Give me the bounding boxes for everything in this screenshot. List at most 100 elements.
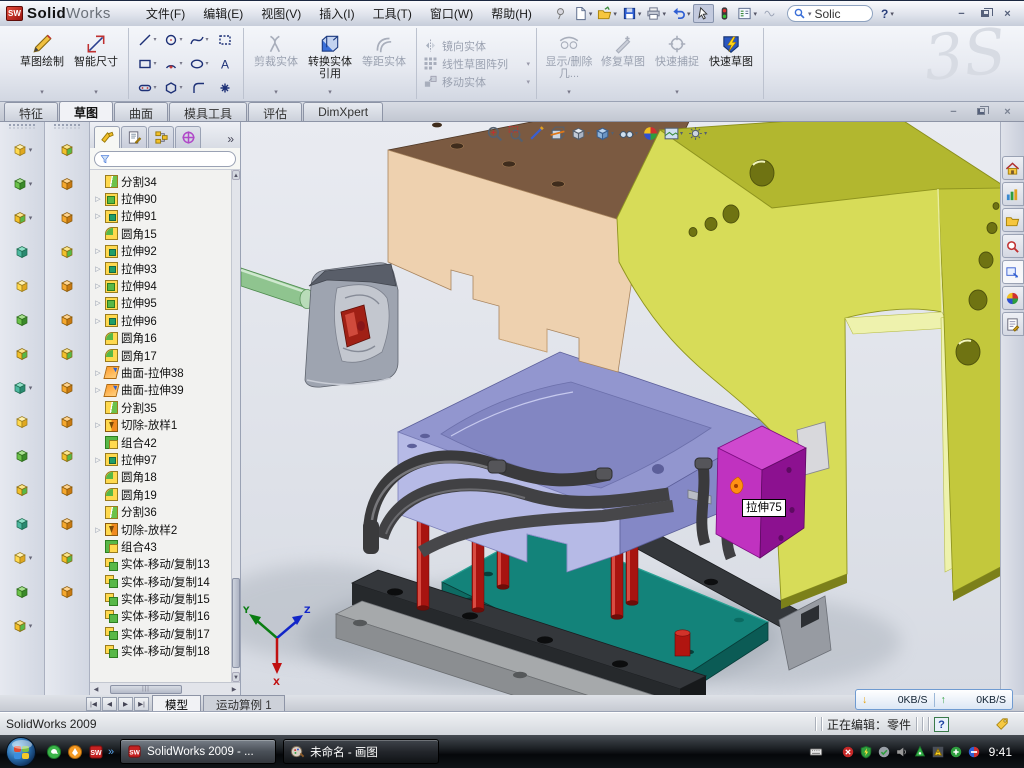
trim-button[interactable]: 剪裁实体▾	[250, 30, 302, 97]
menu-item-0[interactable]: 文件(F)	[137, 2, 194, 25]
tree-item[interactable]: 实体-移动/复制14	[94, 573, 231, 590]
tree-item[interactable]: ▷曲面-拉伸38	[94, 364, 231, 381]
part-stop-pin[interactable]	[675, 630, 690, 656]
tab-5[interactable]: DimXpert	[303, 102, 383, 121]
trim-surface-icon[interactable]	[59, 303, 75, 337]
new-document-icon[interactable]: ▾	[571, 5, 595, 22]
ruled-surface-icon[interactable]	[59, 201, 75, 235]
part-nozzle-clamp[interactable]	[241, 263, 398, 387]
expander-icon[interactable]: ▷	[94, 526, 102, 534]
tab-4[interactable]: 评估	[248, 102, 302, 121]
model-nav-1[interactable]: ◀	[102, 697, 117, 711]
curves-tool-icon[interactable]: ▾	[12, 541, 33, 575]
menu-item-1[interactable]: 编辑(E)	[194, 2, 252, 25]
keyboard-icon[interactable]	[809, 745, 823, 759]
antivirus-icon[interactable]	[841, 745, 855, 759]
expander-icon[interactable]: ▷	[94, 247, 102, 255]
tree-item[interactable]: ▷拉伸90	[94, 190, 231, 207]
parting-lines-icon[interactable]	[59, 337, 75, 371]
model-viewport-canvas[interactable]: Y Z X	[241, 122, 1000, 695]
messenger-icon[interactable]	[46, 744, 62, 760]
expander-icon[interactable]: ▷	[94, 282, 102, 290]
rib-tool-icon[interactable]	[14, 303, 30, 337]
filter-input[interactable]	[94, 151, 236, 167]
doc-restore-button[interactable]	[972, 104, 989, 119]
toolbar-grip[interactable]	[9, 124, 35, 129]
move-button[interactable]: 移动实体▾	[423, 74, 530, 90]
model-tab-0[interactable]: 模型	[152, 695, 201, 711]
cavity-tool-icon[interactable]	[59, 507, 75, 541]
warning-icon[interactable]	[931, 745, 945, 759]
tree-item[interactable]: ▷曲面-拉伸39	[94, 382, 231, 399]
search-box[interactable]: ▾ Solic	[787, 5, 873, 22]
drag-drop-icon[interactable]	[1002, 260, 1024, 284]
minimize-button[interactable]: −	[953, 6, 970, 21]
tree-item[interactable]: 圆角18	[94, 469, 231, 486]
tab-0[interactable]: 特征	[4, 102, 58, 121]
radiate-surface-icon[interactable]	[59, 167, 75, 201]
file-explorer-icon[interactable]	[1002, 208, 1024, 232]
point-icon[interactable]	[213, 77, 237, 99]
tree-item[interactable]: ▷拉伸97	[94, 451, 231, 468]
expander-icon[interactable]: ▷	[94, 386, 102, 394]
search-icon[interactable]	[1002, 234, 1024, 258]
taskbar-task-0[interactable]: SWSolidWorks 2009 - ...	[120, 739, 276, 764]
shut-off-surfaces-icon[interactable]	[59, 371, 75, 405]
custom-properties-icon[interactable]	[1002, 312, 1024, 336]
view-settings-icon[interactable]: ▾	[686, 124, 708, 143]
tree-horizontal-scrollbar[interactable]: ◀ ||| ▶	[90, 682, 240, 695]
expander-icon[interactable]: ▷	[94, 195, 102, 203]
tree-item[interactable]: 实体-移动/复制18	[94, 643, 231, 660]
swept-boss-icon[interactable]: ▾	[12, 201, 33, 235]
net-speed-widget[interactable]: ↓0KB/S ↑0KB/S	[855, 689, 1013, 710]
arc-icon[interactable]: ▾	[161, 53, 185, 75]
tree-item[interactable]: ▷拉伸92	[94, 243, 231, 260]
save-icon[interactable]: ▾	[620, 5, 644, 22]
dimxpertmanager-tab[interactable]	[175, 126, 201, 148]
zoom-area-icon[interactable]	[506, 124, 525, 143]
tree-item[interactable]: ▷拉伸96	[94, 312, 231, 329]
extend-surface-icon[interactable]	[59, 269, 75, 303]
doc-minimize-button[interactable]: −	[945, 104, 962, 119]
tab-3[interactable]: 模具工具	[169, 102, 247, 121]
panel-overflow-icon[interactable]: »	[227, 132, 238, 148]
print-icon[interactable]: ▾	[644, 5, 668, 22]
tree-vertical-scrollbar[interactable]: ▲ ▼	[231, 170, 240, 682]
tree-item[interactable]: ▷拉伸94	[94, 277, 231, 294]
part-clamp-bracket[interactable]	[617, 122, 1000, 609]
tree-item[interactable]: ▷拉伸95	[94, 295, 231, 312]
text-icon[interactable]: A	[213, 53, 237, 75]
snap-button[interactable]: 快速捕捉▾	[651, 30, 703, 97]
help-button[interactable]: ?▾	[881, 7, 894, 21]
tree-item[interactable]: ▷拉伸93	[94, 260, 231, 277]
tree-item[interactable]: 圆角19	[94, 486, 231, 503]
mirror-feature-icon[interactable]	[14, 439, 30, 473]
status-help-icon[interactable]: ?	[934, 717, 949, 732]
doc-close-button[interactable]: ×	[999, 104, 1016, 119]
tab-1[interactable]: 草图	[59, 101, 113, 121]
expander-icon[interactable]: ▷	[94, 265, 102, 273]
shell-tool-icon[interactable]	[14, 473, 30, 507]
hole-wizard-icon[interactable]: ▾	[12, 609, 33, 643]
dimension-button[interactable]: 智能尺寸▾	[70, 30, 122, 97]
edit-appearance-icon[interactable]	[641, 124, 660, 143]
model-tab-1[interactable]: 运动算例 1	[203, 695, 285, 711]
tree-item[interactable]: 组合43	[94, 538, 231, 555]
circle-icon[interactable]: ▾	[161, 29, 185, 51]
hide-show-items-icon[interactable]: ▾	[617, 124, 639, 143]
scroll-left-icon[interactable]: ◀	[90, 686, 102, 693]
menu-item-2[interactable]: 视图(V)	[252, 2, 310, 25]
search-dropdown-icon[interactable]: ▾	[808, 10, 812, 18]
open-icon[interactable]: ▾	[595, 5, 619, 22]
configurationmanager-tab[interactable]	[148, 126, 174, 148]
rapid-button[interactable]: 快速草图	[705, 30, 757, 97]
expander-icon[interactable]: ▷	[94, 421, 102, 429]
slot-icon[interactable]: ▾	[135, 77, 159, 99]
mirror-button[interactable]: 镜向实体	[423, 38, 530, 54]
tree-item[interactable]: ▷拉伸91	[94, 208, 231, 225]
select-icon[interactable]	[693, 4, 714, 23]
circular-pattern-icon[interactable]	[14, 405, 30, 439]
model-nav-0[interactable]: |◀	[86, 697, 101, 711]
tree-item[interactable]: 分割35	[94, 399, 231, 416]
toolbar-grip[interactable]	[54, 124, 80, 129]
